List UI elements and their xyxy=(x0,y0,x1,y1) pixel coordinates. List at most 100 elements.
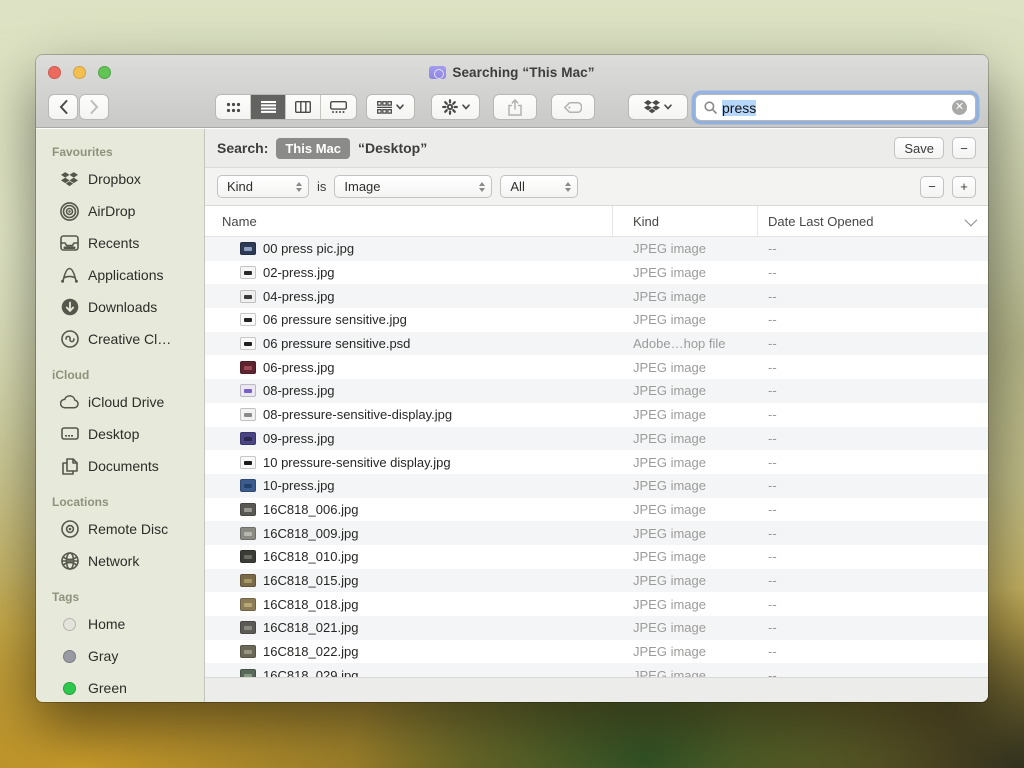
sidebar-item-icloud-drive[interactable]: iCloud Drive xyxy=(36,386,204,418)
titlebar[interactable]: Searching “This Mac” xyxy=(36,55,988,90)
filter-criteria-bar: Kind is Image All − + xyxy=(205,168,988,206)
file-date-last-opened: -- xyxy=(758,312,988,327)
file-kind: JPEG image xyxy=(613,644,758,659)
file-thumbnail-icon xyxy=(240,479,256,492)
sidebar-item-label: AirDrop xyxy=(88,203,135,219)
table-row[interactable]: 08-press.jpgJPEG image-- xyxy=(205,379,988,403)
remove-criterion-button[interactable]: − xyxy=(920,176,944,198)
table-row[interactable]: 06 pressure sensitive.jpgJPEG image-- xyxy=(205,308,988,332)
sidebar-sections: FavouritesDropboxAirDropRecentsApplicati… xyxy=(36,139,204,702)
sidebar-item-desktop[interactable]: Desktop xyxy=(36,418,204,450)
table-row[interactable]: 16C818_009.jpgJPEG image-- xyxy=(205,521,988,545)
sidebar-item-dropbox[interactable]: Dropbox xyxy=(36,163,204,195)
sidebar-item-downloads[interactable]: Downloads xyxy=(36,291,204,323)
sidebar-item-label: Remote Disc xyxy=(88,521,168,537)
file-name-cell: 00 press pic.jpg xyxy=(205,241,613,256)
table-row[interactable]: 04-press.jpgJPEG image-- xyxy=(205,284,988,308)
table-row[interactable]: 16C818_029.jpgJPEG image-- xyxy=(205,663,988,677)
table-row[interactable]: 16C818_018.jpgJPEG image-- xyxy=(205,592,988,616)
table-row[interactable]: 10 pressure-sensitive display.jpgJPEG im… xyxy=(205,450,988,474)
sidebar-item-green[interactable]: Green xyxy=(36,672,204,702)
gallery-view-button[interactable] xyxy=(321,95,356,119)
remove-scope-button[interactable]: − xyxy=(952,137,976,159)
file-kind: JPEG image xyxy=(613,597,758,612)
column-header-date[interactable]: Date Last Opened xyxy=(758,206,988,236)
back-button[interactable] xyxy=(48,94,78,120)
select-stepper-icon xyxy=(565,182,571,192)
filter-value-select[interactable]: Image xyxy=(334,175,492,198)
sidebar-item-applications[interactable]: Applications xyxy=(36,259,204,291)
file-date-last-opened: -- xyxy=(758,502,988,517)
table-row[interactable]: 16C818_022.jpgJPEG image-- xyxy=(205,640,988,664)
sidebar-item-home[interactable]: Home xyxy=(36,608,204,640)
content-area: Search: This Mac “Desktop” Save − Kind i… xyxy=(205,129,988,702)
action-gear-button[interactable] xyxy=(431,94,480,120)
filter-attribute-select[interactable]: Kind xyxy=(217,175,309,198)
sidebar-item-label: Dropbox xyxy=(88,171,141,187)
column-header-kind[interactable]: Kind xyxy=(613,206,758,236)
table-row[interactable]: 02-press.jpgJPEG image-- xyxy=(205,261,988,285)
sidebar-item-label: Gray xyxy=(88,648,118,664)
file-list[interactable]: 00 press pic.jpgJPEG image--02-press.jpg… xyxy=(205,237,988,677)
table-row[interactable]: 09-press.jpgJPEG image-- xyxy=(205,427,988,451)
sidebar-item-documents[interactable]: Documents xyxy=(36,450,204,482)
table-row[interactable]: 16C818_015.jpgJPEG image-- xyxy=(205,569,988,593)
file-name: 08-press.jpg xyxy=(263,383,335,398)
sidebar-item-remote-disc[interactable]: Remote Disc xyxy=(36,513,204,545)
sidebar-section-title: iCloud xyxy=(36,362,204,386)
file-thumbnail-icon xyxy=(240,361,256,374)
list-view-button[interactable] xyxy=(251,95,286,119)
file-name: 09-press.jpg xyxy=(263,431,335,446)
sidebar-item-gray[interactable]: Gray xyxy=(36,640,204,672)
table-row[interactable]: 16C818_010.jpgJPEG image-- xyxy=(205,545,988,569)
sidebar-section-title: Tags xyxy=(36,584,204,608)
filter-subvalue-select[interactable]: All xyxy=(500,175,578,198)
file-date-last-opened: -- xyxy=(758,431,988,446)
share-button[interactable] xyxy=(493,94,537,120)
table-row[interactable]: 16C818_006.jpgJPEG image-- xyxy=(205,498,988,522)
dropbox-toolbar-button[interactable] xyxy=(628,94,688,120)
applications-icon xyxy=(60,266,79,285)
search-scope-bar: Search: This Mac “Desktop” Save − xyxy=(205,129,988,168)
sidebar-item-airdrop[interactable]: AirDrop xyxy=(36,195,204,227)
file-name: 16C818_021.jpg xyxy=(263,620,358,635)
file-date-last-opened: -- xyxy=(758,526,988,541)
finder-window: Searching “This Mac” xyxy=(36,55,988,702)
table-row[interactable]: 10-press.jpgJPEG image-- xyxy=(205,474,988,498)
forward-button[interactable] xyxy=(79,94,109,120)
table-row[interactable]: 06 pressure sensitive.psdAdobe…hop file-… xyxy=(205,332,988,356)
table-row[interactable]: 06-press.jpgJPEG image-- xyxy=(205,355,988,379)
table-row[interactable]: 08-pressure-sensitive-display.jpgJPEG im… xyxy=(205,403,988,427)
sidebar-item-recents[interactable]: Recents xyxy=(36,227,204,259)
column-header-name[interactable]: Name xyxy=(205,206,613,236)
clear-search-icon[interactable]: ✕ xyxy=(952,100,967,115)
file-name: 10 pressure-sensitive display.jpg xyxy=(263,455,451,470)
sidebar-item-label: Desktop xyxy=(88,426,139,442)
filter-operator-label: is xyxy=(317,179,326,194)
file-thumbnail-icon xyxy=(240,574,256,587)
file-name: 00 press pic.jpg xyxy=(263,241,354,256)
column-view-button[interactable] xyxy=(286,95,321,119)
sidebar-item-label: Creative Cl… xyxy=(88,331,171,347)
file-name-cell: 04-press.jpg xyxy=(205,289,613,304)
icon-view-button[interactable] xyxy=(216,95,251,119)
table-row[interactable]: 00 press pic.jpgJPEG image-- xyxy=(205,237,988,261)
file-kind: JPEG image xyxy=(613,549,758,564)
tag-button[interactable] xyxy=(551,94,595,120)
file-kind: JPEG image xyxy=(613,241,758,256)
scope-desktop-button[interactable]: “Desktop” xyxy=(358,140,427,156)
search-input[interactable]: press ✕ xyxy=(695,94,976,121)
sidebar-item-label: Recents xyxy=(88,235,139,251)
sidebar-item-network[interactable]: Network xyxy=(36,545,204,577)
file-name: 04-press.jpg xyxy=(263,289,335,304)
file-thumbnail-icon xyxy=(240,598,256,611)
table-row[interactable]: 16C818_021.jpgJPEG image-- xyxy=(205,616,988,640)
group-button[interactable] xyxy=(366,94,415,120)
search-input-value: press xyxy=(722,100,756,116)
add-criterion-button[interactable]: + xyxy=(952,176,976,198)
scope-this-mac-button[interactable]: This Mac xyxy=(276,138,350,159)
sidebar-item-creative-cl[interactable]: Creative Cl… xyxy=(36,323,204,355)
file-name: 16C818_022.jpg xyxy=(263,644,358,659)
recents-icon xyxy=(60,234,79,253)
save-search-button[interactable]: Save xyxy=(894,137,944,159)
